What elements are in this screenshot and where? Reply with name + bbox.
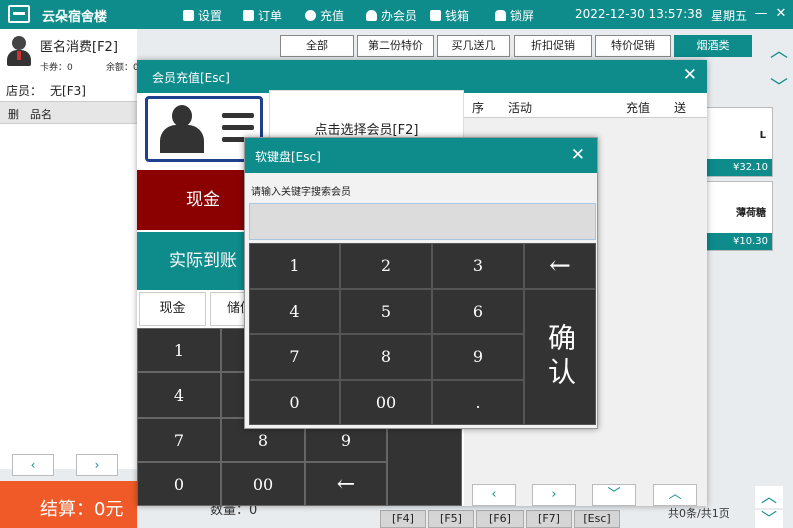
category-second-discount[interactable]: 第二份特价 xyxy=(357,35,434,57)
col-index: 序 xyxy=(472,101,485,115)
scroll-down-icon[interactable]: ﹀ xyxy=(764,74,793,102)
kb-key-0[interactable]: 0 xyxy=(250,381,339,424)
kb-backspace-key[interactable]: ← xyxy=(525,244,595,288)
member-search-input[interactable] xyxy=(249,203,596,240)
user-icon xyxy=(366,9,377,21)
esc-key[interactable]: [Esc] xyxy=(574,510,620,528)
name-column-header: 品名 xyxy=(30,108,52,121)
soft-keyboard-header: 软键盘[Esc] ✕ xyxy=(245,138,597,173)
next-page-button[interactable]: › xyxy=(76,454,118,476)
lock-icon xyxy=(495,9,506,21)
kb-key-6[interactable]: 6 xyxy=(433,290,523,333)
kb-key-5[interactable]: 5 xyxy=(341,290,431,333)
category-special[interactable]: 特价促销 xyxy=(595,35,671,57)
balance: 余额：0 xyxy=(106,63,139,73)
soft-keypad: 1 2 3 ← 4 5 6 7 8 9 0 00 . 确认 xyxy=(249,243,596,425)
kb-key-7[interactable]: 7 xyxy=(250,335,339,379)
category-all[interactable]: 全部 xyxy=(280,35,354,57)
kb-key-2[interactable]: 2 xyxy=(341,244,431,288)
close-icon[interactable]: ✕ xyxy=(683,65,697,85)
f4-key[interactable]: [F4] xyxy=(380,510,426,528)
nav-orders[interactable]: 订单 xyxy=(243,6,282,24)
kb-key-8[interactable]: 8 xyxy=(341,335,431,379)
soft-keyboard-title: 软键盘[Esc] xyxy=(255,150,321,164)
key-0[interactable]: 0 xyxy=(137,462,221,506)
nav-recharge[interactable]: 充值 xyxy=(305,6,344,24)
category-buy-get[interactable]: 买几送几 xyxy=(437,35,510,57)
cart-icon xyxy=(8,5,30,23)
scroll-up-icon[interactable]: ︿ xyxy=(764,38,793,66)
category-tobacco-alcohol[interactable]: 烟酒类 xyxy=(674,35,752,57)
kb-key-9[interactable]: 9 xyxy=(433,335,523,379)
f6-key[interactable]: [F6] xyxy=(476,510,524,528)
bottom-scroll-up-icon[interactable]: ︿ xyxy=(755,486,783,508)
nav-lock[interactable]: 锁屏 xyxy=(495,6,534,24)
recharge-dialog-title: 会员充值[Esc] xyxy=(152,71,230,85)
weekday: 星期五 xyxy=(711,9,748,23)
avatar xyxy=(6,36,32,66)
nav-cashbox[interactable]: 钱箱 xyxy=(430,6,469,24)
datetime: 2022-12-30 13:57:38 xyxy=(575,7,703,21)
kb-key-dot[interactable]: . xyxy=(433,381,523,424)
clerk[interactable]: 店员： 无[F3] xyxy=(6,82,86,99)
backspace-key[interactable]: ← xyxy=(305,462,387,506)
activity-next-button[interactable]: › xyxy=(532,484,576,506)
document-icon xyxy=(243,9,254,21)
bottom-scroll-down-icon[interactable]: ﹀ xyxy=(755,510,783,528)
pay-cash-button[interactable]: 现金 xyxy=(139,292,206,326)
money-bag-icon xyxy=(305,9,316,21)
cashbox-icon xyxy=(430,9,441,21)
product-card[interactable]: L ¥32.10 xyxy=(705,107,773,177)
item-list-header: 删 品名 xyxy=(0,101,137,124)
kb-key-4[interactable]: 4 xyxy=(250,290,339,333)
category-discount[interactable]: 折扣促销 xyxy=(514,35,592,57)
product-card[interactable]: 薄荷糖 ¥10.30 xyxy=(705,181,773,251)
key-4[interactable]: 4 xyxy=(137,372,221,418)
activity-down-button[interactable]: ﹀ xyxy=(592,484,636,506)
search-prompt: 请输入关键字搜索会员 xyxy=(251,187,351,198)
activity-prev-button[interactable]: ‹ xyxy=(472,484,516,506)
key-7[interactable]: 7 xyxy=(137,418,221,462)
activity-up-button[interactable]: ︿ xyxy=(653,484,697,506)
key-00[interactable]: 00 xyxy=(221,462,305,506)
prev-page-button[interactable]: ‹ xyxy=(12,454,54,476)
col-recharge: 充值 xyxy=(626,101,651,115)
top-bar: 云朵宿舍楼 设置 订单 充值 办会员 钱箱 锁屏 2022-12-30 13:5… xyxy=(0,0,793,29)
close-app-button[interactable]: ✕ xyxy=(772,6,790,22)
nav-member[interactable]: 办会员 xyxy=(366,6,417,24)
f5-key[interactable]: [F5] xyxy=(428,510,474,528)
key-1[interactable]: 1 xyxy=(137,328,221,372)
nav-settings[interactable]: 设置 xyxy=(183,6,222,24)
col-gift: 送 xyxy=(674,101,687,115)
kb-key-00[interactable]: 00 xyxy=(341,381,431,424)
delete-column-header: 删 xyxy=(8,108,19,121)
kb-confirm-button[interactable]: 确认 xyxy=(525,290,595,424)
kb-key-1[interactable]: 1 xyxy=(250,244,339,288)
app-title: 云朵宿舍楼 xyxy=(42,10,108,25)
col-activity: 活动 xyxy=(508,101,533,115)
activity-table-header: 序 活动 充值 送 xyxy=(464,94,707,118)
f7-key[interactable]: [F7] xyxy=(526,510,572,528)
minimize-button[interactable]: — xyxy=(752,6,770,22)
close-icon[interactable]: ✕ xyxy=(571,145,585,165)
card-count: 卡券：0 xyxy=(40,63,73,73)
customer-name[interactable]: 匿名消费[F2] xyxy=(40,36,118,55)
page-info: 共0条/共1页 xyxy=(668,507,730,520)
recharge-dialog-header: 会员充值[Esc] ✕ xyxy=(137,60,707,93)
kb-key-3[interactable]: 3 xyxy=(433,244,523,288)
menu-icon xyxy=(183,9,194,21)
soft-keyboard-dialog: 软键盘[Esc] ✕ 请输入关键字搜索会员 1 2 3 ← 4 5 6 7 8 … xyxy=(244,137,598,429)
settle-button[interactable]: 结算：0元 xyxy=(0,481,137,528)
